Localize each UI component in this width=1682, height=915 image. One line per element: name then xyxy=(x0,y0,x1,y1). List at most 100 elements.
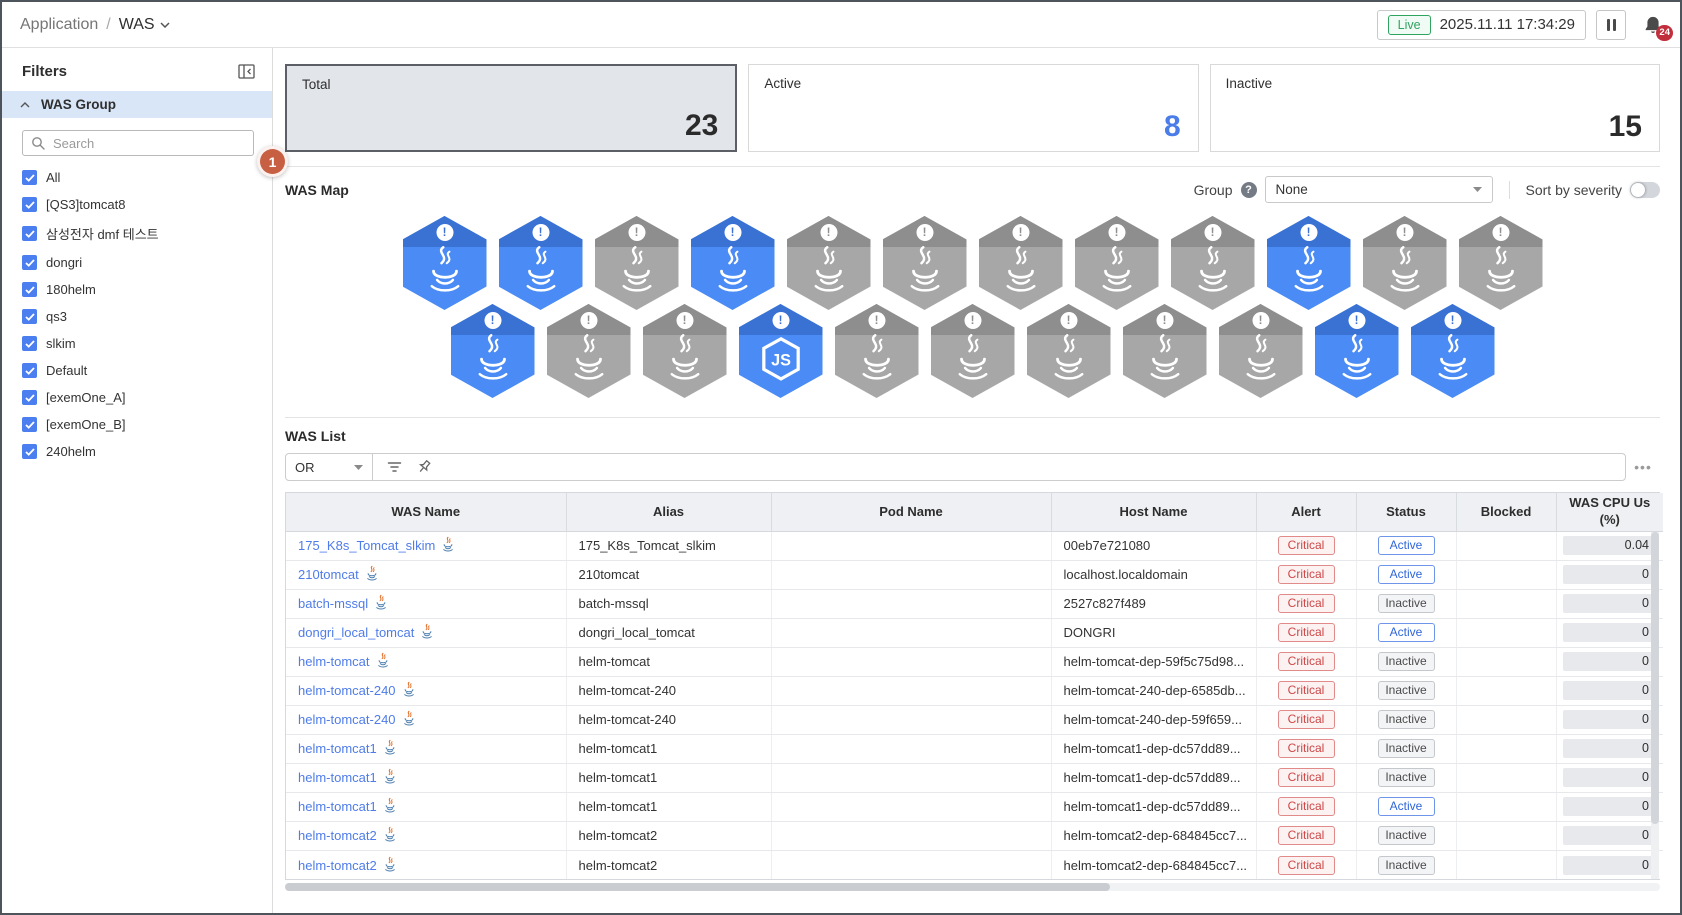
was-hexagon-java[interactable]: ! xyxy=(447,301,538,401)
column-header[interactable]: Blocked xyxy=(1456,493,1557,532)
filter-item[interactable]: dongri xyxy=(2,249,272,276)
checkbox-checked-icon[interactable] xyxy=(22,390,37,405)
table-vertical-scrollbar[interactable] xyxy=(1651,532,1659,880)
breadcrumb-application[interactable]: Application xyxy=(20,16,98,34)
filter-item[interactable]: All xyxy=(2,164,272,191)
was-hexagon-java[interactable]: ! xyxy=(1119,301,1210,401)
card-inactive[interactable]: Inactive 15 xyxy=(1209,64,1660,152)
was-name-link[interactable]: dongri_local_tomcat xyxy=(298,625,414,640)
was-hexagon-java[interactable]: ! xyxy=(927,301,1018,401)
was-name-link[interactable]: helm-tomcat xyxy=(298,654,370,669)
pin-icon[interactable] xyxy=(416,459,432,475)
scrollbar-thumb[interactable] xyxy=(1651,532,1659,824)
search-input[interactable] xyxy=(22,130,254,156)
filter-item[interactable]: [exemOne_B] xyxy=(2,411,272,438)
was-hexagon-java[interactable]: ! xyxy=(975,213,1066,313)
column-header[interactable]: Alias xyxy=(566,493,772,532)
was-hexagon-java[interactable]: ! xyxy=(1215,301,1306,401)
checkbox-checked-icon[interactable] xyxy=(22,309,37,324)
operator-select[interactable]: OR xyxy=(286,454,373,480)
was-hexagon-java[interactable]: ! xyxy=(1071,213,1162,313)
card-total[interactable]: Total 23 xyxy=(285,64,738,152)
checkbox-checked-icon[interactable] xyxy=(22,197,37,212)
was-group-section-header[interactable]: WAS Group xyxy=(2,91,272,118)
alert-badge[interactable]: Critical xyxy=(1277,768,1335,788)
filter-item[interactable]: qs3 xyxy=(2,303,272,330)
table-horizontal-scrollbar[interactable] xyxy=(285,883,1660,892)
more-options-button[interactable]: ••• xyxy=(1626,459,1660,475)
checkbox-checked-icon[interactable] xyxy=(22,226,37,241)
was-name-link[interactable]: helm-tomcat-240 xyxy=(298,712,396,727)
was-name-link[interactable]: helm-tomcat1 xyxy=(298,741,377,756)
was-name-link[interactable]: helm-tomcat1 xyxy=(298,770,377,785)
was-name-link[interactable]: helm-tomcat-240 xyxy=(298,683,396,698)
filter-item[interactable]: slkim xyxy=(2,330,272,357)
checkbox-checked-icon[interactable] xyxy=(22,336,37,351)
alert-badge[interactable]: Critical xyxy=(1277,594,1335,614)
column-header[interactable]: Alert xyxy=(1256,493,1357,532)
was-hexagon-java[interactable]: ! xyxy=(639,301,730,401)
checkbox-checked-icon[interactable] xyxy=(22,170,37,185)
was-hexagon-java[interactable]: ! xyxy=(1263,213,1354,313)
was-hexagon-java[interactable]: ! xyxy=(399,213,490,313)
filter-item[interactable]: 삼성전자 dmf 테스트 xyxy=(2,218,272,249)
column-header[interactable]: WAS CPU Us (%) xyxy=(1556,493,1663,532)
alert-badge[interactable]: Critical xyxy=(1277,826,1335,846)
was-name-link[interactable]: 175_K8s_Tomcat_slkim xyxy=(298,538,435,553)
was-hexagon-java[interactable]: ! xyxy=(1167,213,1258,313)
was-hexagon-java[interactable]: ! xyxy=(1311,301,1402,401)
checkbox-checked-icon[interactable] xyxy=(22,444,37,459)
was-hexagon-nodejs[interactable]: ! JS xyxy=(735,301,826,401)
group-select[interactable]: None xyxy=(1264,176,1493,203)
alert-badge[interactable]: Critical xyxy=(1277,565,1335,585)
was-hexagon-java[interactable]: ! xyxy=(783,213,874,313)
card-active[interactable]: Active 8 xyxy=(748,64,1199,152)
checkbox-checked-icon[interactable] xyxy=(22,363,37,378)
was-hexagon-java[interactable]: ! xyxy=(543,301,634,401)
alert-badge[interactable]: Critical xyxy=(1277,536,1335,556)
was-name-link[interactable]: batch-mssql xyxy=(298,596,368,611)
filter-item[interactable]: Default xyxy=(2,357,272,384)
column-header[interactable]: Status xyxy=(1356,493,1457,532)
alert-badge[interactable]: Critical xyxy=(1277,623,1335,643)
was-hexagon-java[interactable]: ! xyxy=(831,301,922,401)
pause-button[interactable] xyxy=(1596,9,1626,40)
was-hexagon-java[interactable]: ! xyxy=(495,213,586,313)
was-name-link[interactable]: helm-tomcat2 xyxy=(298,858,377,873)
alert-badge[interactable]: Critical xyxy=(1277,710,1335,730)
checkbox-checked-icon[interactable] xyxy=(22,255,37,270)
collapse-sidebar-button[interactable] xyxy=(238,64,255,79)
was-hexagon-java[interactable]: ! xyxy=(879,213,970,313)
was-hexagon-java[interactable]: ! xyxy=(1023,301,1114,401)
was-hexagon-java[interactable]: ! xyxy=(1407,301,1498,401)
checkbox-checked-icon[interactable] xyxy=(22,417,37,432)
column-header[interactable]: Pod Name xyxy=(771,493,1052,532)
was-name-link[interactable]: helm-tomcat2 xyxy=(298,828,377,843)
filter-item[interactable]: 180helm xyxy=(2,276,272,303)
filter-item[interactable]: [QS3]tomcat8 xyxy=(2,191,272,218)
help-icon[interactable]: ? xyxy=(1240,181,1257,198)
time-range-control[interactable]: Live 2025.11.11 17:34:29 xyxy=(1376,9,1586,40)
was-name-link[interactable]: 210tomcat xyxy=(298,567,359,582)
breadcrumb-was[interactable]: WAS xyxy=(119,16,170,34)
filter-icon[interactable] xyxy=(387,461,402,473)
sort-by-severity-toggle[interactable] xyxy=(1630,181,1660,198)
checkbox-checked-icon[interactable] xyxy=(22,282,37,297)
alert-badge[interactable]: Critical xyxy=(1277,739,1335,759)
alert-badge[interactable]: Critical xyxy=(1277,652,1335,672)
alert-badge[interactable]: Critical xyxy=(1277,855,1335,875)
column-header[interactable]: WAS Name xyxy=(286,493,567,532)
filter-item[interactable]: 240helm xyxy=(2,438,272,465)
alert-badge[interactable]: Critical xyxy=(1277,681,1335,701)
alert-badge[interactable]: Critical xyxy=(1277,797,1335,817)
was-hexagon-java[interactable]: ! xyxy=(591,213,682,313)
notifications-button[interactable]: 24 xyxy=(1640,12,1673,41)
was-hexagon-java[interactable]: ! xyxy=(687,213,778,313)
filter-item[interactable]: [exemOne_A] xyxy=(2,384,272,411)
alias-cell: helm-tomcat xyxy=(566,647,772,677)
was-hexagon-java[interactable]: ! xyxy=(1455,213,1546,313)
was-name-link[interactable]: helm-tomcat1 xyxy=(298,799,377,814)
scrollbar-thumb[interactable] xyxy=(285,883,1110,892)
was-hexagon-java[interactable]: ! xyxy=(1359,213,1450,313)
column-header[interactable]: Host Name xyxy=(1051,493,1257,532)
